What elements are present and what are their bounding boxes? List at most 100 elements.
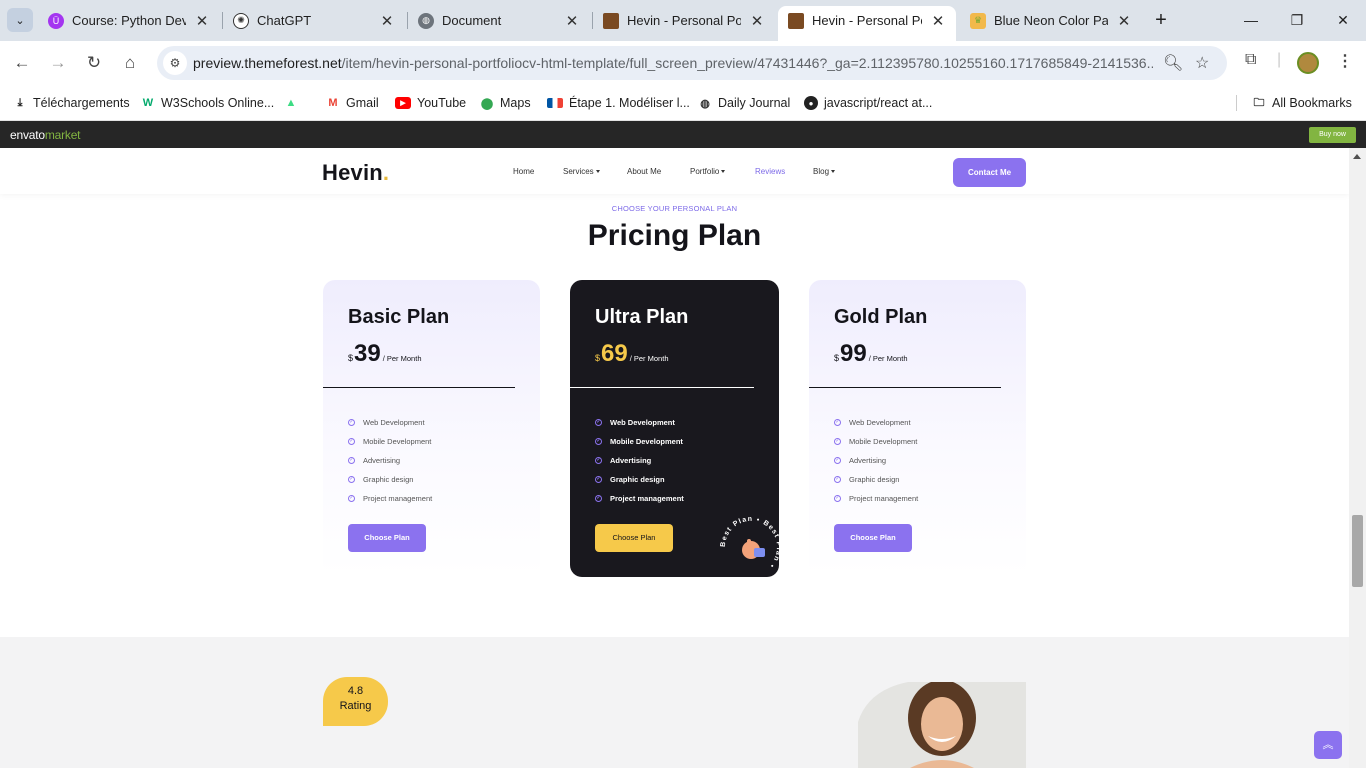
globe-icon: ◍: [418, 12, 434, 29]
feature-list: ✓ Web Development ✓ Mobile Development ✓ Ad…: [834, 413, 918, 508]
site-logo[interactable]: Hevin.: [322, 160, 389, 186]
check-circle-icon: ✓: [348, 457, 355, 464]
nav-blog[interactable]: Blog: [813, 167, 836, 176]
bookmark-w3schools[interactable]: W W3Schools Online...: [141, 93, 274, 113]
udemy-icon: Ü: [48, 12, 64, 29]
extensions-icon[interactable]: ⧉: [1245, 51, 1256, 69]
check-circle-icon: ✓: [595, 495, 602, 502]
bookmark-github[interactable]: ● javascript/react at...: [804, 93, 932, 113]
bookmark-gmail[interactable]: M Gmail: [326, 93, 378, 113]
tab-course-python[interactable]: Ü Course: Python Devel ✕: [38, 6, 220, 35]
url-text[interactable]: preview.themeforest.net/item/hevin-perso…: [193, 55, 1153, 71]
palette-icon: ♛: [970, 12, 986, 29]
menu-kebab-icon[interactable]: ⋮: [1337, 51, 1353, 71]
rating-badge: 4.8 Rating: [323, 677, 388, 726]
nav-about-me[interactable]: About Me: [627, 167, 661, 176]
bookmark-downloads[interactable]: ⤓ Téléchargements: [13, 93, 130, 113]
envato-logo[interactable]: envatomarket: [10, 128, 81, 142]
tab-blue-neon[interactable]: ♛ Blue Neon Color Pale ✕: [960, 6, 1142, 35]
check-circle-icon: ✓: [834, 438, 841, 445]
close-tab-icon[interactable]: ✕: [1116, 12, 1132, 30]
close-tab-icon[interactable]: ✕: [930, 12, 946, 30]
android-icon: ▲: [285, 97, 297, 109]
scroll-to-top-button[interactable]: ︽: [1314, 731, 1342, 759]
minimize-button[interactable]: —: [1236, 8, 1266, 32]
restore-button[interactable]: ❐: [1282, 8, 1312, 32]
bookmark-maps[interactable]: ⬤ Maps: [480, 93, 531, 113]
close-tab-icon[interactable]: ✕: [379, 12, 395, 30]
pricing-card-basic: Basic Plan $ 39 / Per Month ✓ Web Develop…: [323, 280, 540, 577]
site-info-icon[interactable]: ⚙: [163, 51, 187, 75]
reload-button[interactable]: ↻: [81, 50, 107, 76]
choose-plan-button[interactable]: Choose Plan: [834, 524, 912, 552]
tab-search-button[interactable]: ⌄: [7, 8, 33, 32]
nav-portfolio[interactable]: Portfolio: [690, 167, 726, 176]
check-circle-icon: ✓: [595, 419, 602, 426]
nav-reviews[interactable]: Reviews: [755, 167, 785, 176]
choose-plan-button[interactable]: Choose Plan: [348, 524, 426, 552]
plan-divider: [570, 387, 754, 388]
feature-item: ✓ Mobile Development: [348, 437, 432, 446]
nav-home[interactable]: Home: [513, 167, 534, 176]
zoom-search-icon[interactable]: 🔍︎: [1163, 53, 1183, 73]
chatgpt-icon: ✺: [233, 12, 249, 29]
close-window-button[interactable]: ✕: [1328, 8, 1358, 32]
close-tab-icon[interactable]: ✕: [194, 12, 210, 30]
contact-me-button[interactable]: Contact Me: [953, 158, 1026, 187]
caret-down-icon: [595, 170, 600, 174]
home-button[interactable]: ⌂: [117, 50, 143, 76]
choose-plan-button[interactable]: Choose Plan: [595, 524, 673, 552]
forward-button[interactable]: →: [45, 50, 71, 76]
flag-icon: [547, 98, 563, 108]
profile-avatar[interactable]: [1297, 52, 1319, 74]
new-tab-button[interactable]: +: [1150, 9, 1172, 31]
check-circle-icon: ✓: [595, 438, 602, 445]
page-scrollbar[interactable]: [1349, 148, 1366, 768]
feature-item: ✓ Advertising: [834, 456, 887, 465]
all-bookmarks[interactable]: 🗀 All Bookmarks: [1252, 93, 1352, 113]
scroll-up-arrow-icon[interactable]: [1353, 154, 1361, 159]
check-circle-icon: ✓: [595, 457, 602, 464]
check-circle-icon: ✓: [348, 419, 355, 426]
site-header: Hevin. Home Services About Me Portfolio …: [0, 148, 1349, 194]
feature-item: ✓ Mobile Development: [595, 437, 683, 446]
feature-item: ✓ Web Development: [595, 418, 675, 427]
plan-name: Gold Plan: [834, 306, 928, 328]
buy-now-button[interactable]: Buy now: [1309, 127, 1356, 143]
feature-list: ✓ Web Development ✓ Mobile Development ✓ Ad…: [348, 413, 432, 508]
feature-item: ✓ Project management: [834, 494, 919, 503]
section-title: Pricing Plan: [587, 219, 762, 252]
check-circle-icon: ✓: [348, 438, 355, 445]
bookmark-star-icon[interactable]: ☆: [1195, 53, 1209, 73]
bookmark-etape[interactable]: Étape 1. Modéliser l...: [547, 93, 690, 113]
feature-item: ✓ Project management: [595, 494, 684, 503]
folder-icon: 🗀: [1253, 96, 1265, 109]
address-bar[interactable]: ⚙ preview.themeforest.net/item/hevin-per…: [157, 46, 1227, 80]
feature-item: ✓ Mobile Development: [834, 437, 918, 446]
nav-services[interactable]: Services: [563, 167, 600, 176]
tab-document[interactable]: ◍ Document ✕: [408, 6, 590, 35]
hevin-icon: [788, 12, 804, 29]
check-circle-icon: ✓: [834, 457, 841, 464]
pricing-card-gold: Gold Plan $ 99 / Per Month ✓ Web Developm…: [809, 280, 1026, 577]
plan-price: $ 99 / Per Month: [834, 340, 908, 367]
bookmark-youtube[interactable]: ▶ YouTube: [395, 93, 466, 113]
back-button[interactable]: ←: [9, 50, 35, 76]
feature-item: ✓ Web Development: [348, 418, 425, 427]
scrollbar-thumb[interactable]: [1352, 515, 1363, 587]
bookmark-daily-journal[interactable]: ◍ Daily Journal: [698, 93, 790, 113]
tab-hevin-1[interactable]: Hevin - Personal Portf ✕: [593, 6, 775, 35]
close-tab-icon[interactable]: ✕: [564, 12, 580, 30]
tab-chatgpt[interactable]: ✺ ChatGPT ✕: [223, 6, 405, 35]
bookmark-android[interactable]: ▲: [284, 93, 304, 113]
plan-name: Basic Plan: [348, 306, 450, 328]
check-circle-icon: ✓: [834, 495, 841, 502]
bookmarks-bar: ⤓ Téléchargements W W3Schools Online... ▲ …: [0, 85, 1366, 121]
hevin-icon: [603, 12, 619, 29]
bookmarks-divider: [1236, 95, 1237, 111]
sleeve-shape: [754, 548, 765, 557]
gmail-icon: M: [328, 97, 338, 109]
tab-hevin-active[interactable]: Hevin - Personal Portf ✕: [778, 6, 956, 41]
section-eyebrow: CHOOSE YOUR PERSONAL PLAN: [611, 204, 738, 213]
close-tab-icon[interactable]: ✕: [749, 12, 765, 30]
